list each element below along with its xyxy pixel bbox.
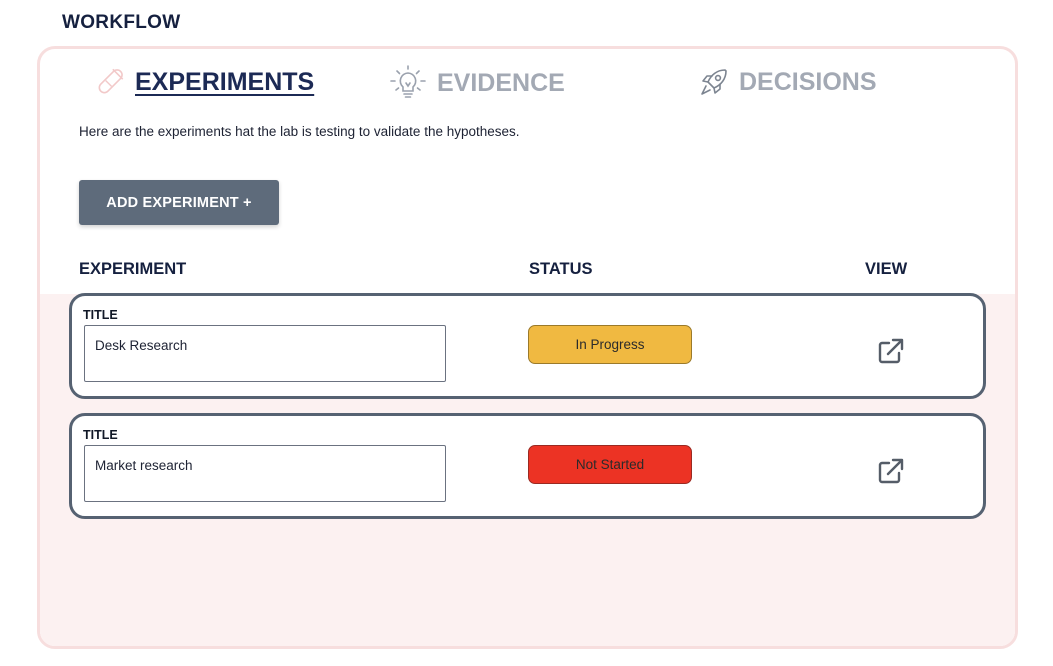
add-experiment-button[interactable]: ADD EXPERIMENT + — [79, 180, 279, 225]
row-title-label: TITLE — [83, 428, 118, 442]
column-header-experiment: EXPERIMENT — [79, 260, 187, 278]
status-badge[interactable]: Not Started — [528, 445, 692, 484]
tab-evidence[interactable]: EVIDENCE — [387, 65, 565, 101]
page-heading: WORKFLOW — [62, 12, 181, 33]
external-link-icon[interactable] — [876, 456, 906, 486]
column-header-status: STATUS — [529, 260, 593, 278]
tab-experiments[interactable]: EXPERIMENTS — [93, 65, 314, 99]
test-tube-icon — [93, 65, 127, 99]
panel-description: Here are the experiments hat the lab is … — [79, 124, 520, 139]
lightbulb-icon — [387, 65, 429, 101]
tab-evidence-label: EVIDENCE — [437, 68, 565, 97]
external-link-icon[interactable] — [876, 336, 906, 366]
experiment-title-field[interactable]: Market research — [84, 445, 446, 502]
workflow-panel: EXPERIMENTS EVIDENCE DECISIONS Here are … — [37, 46, 1018, 649]
experiment-title-field[interactable]: Desk Research — [84, 325, 446, 382]
tab-decisions[interactable]: DECISIONS — [697, 65, 877, 99]
rocket-icon — [697, 65, 731, 99]
tab-experiments-label: EXPERIMENTS — [135, 67, 315, 96]
tab-decisions-label: DECISIONS — [739, 67, 877, 96]
experiment-row: TITLE Market research Not Started — [69, 413, 986, 519]
status-badge[interactable]: In Progress — [528, 325, 692, 364]
column-header-view: VIEW — [865, 260, 908, 278]
experiment-row: TITLE Desk Research In Progress — [69, 293, 986, 399]
row-title-label: TITLE — [83, 308, 118, 322]
